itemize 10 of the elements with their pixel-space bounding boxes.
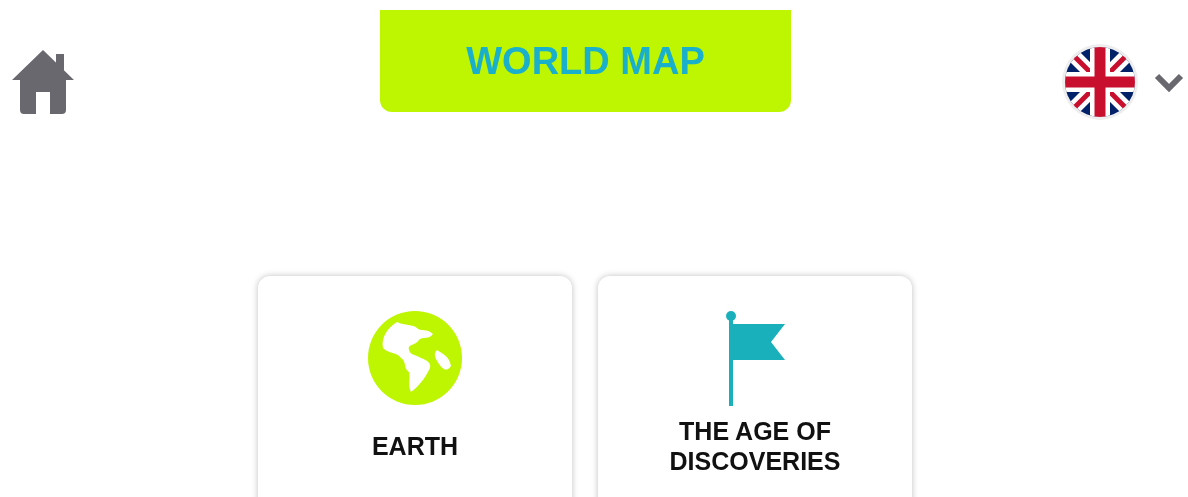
card-label: EARTH xyxy=(371,431,459,461)
globe-icon xyxy=(367,310,463,406)
chevron-down-icon[interactable] xyxy=(1154,72,1184,92)
card-label: THE AGE OF DISCOVERIES xyxy=(668,416,842,476)
page-title: WORLD MAP xyxy=(380,10,791,112)
uk-flag-icon[interactable] xyxy=(1062,44,1138,120)
home-icon[interactable] xyxy=(10,48,76,114)
flag-icon xyxy=(723,310,787,406)
topic-card[interactable]: EARTH xyxy=(258,276,572,497)
topic-card[interactable]: THE AGE OF DISCOVERIES xyxy=(598,276,912,497)
